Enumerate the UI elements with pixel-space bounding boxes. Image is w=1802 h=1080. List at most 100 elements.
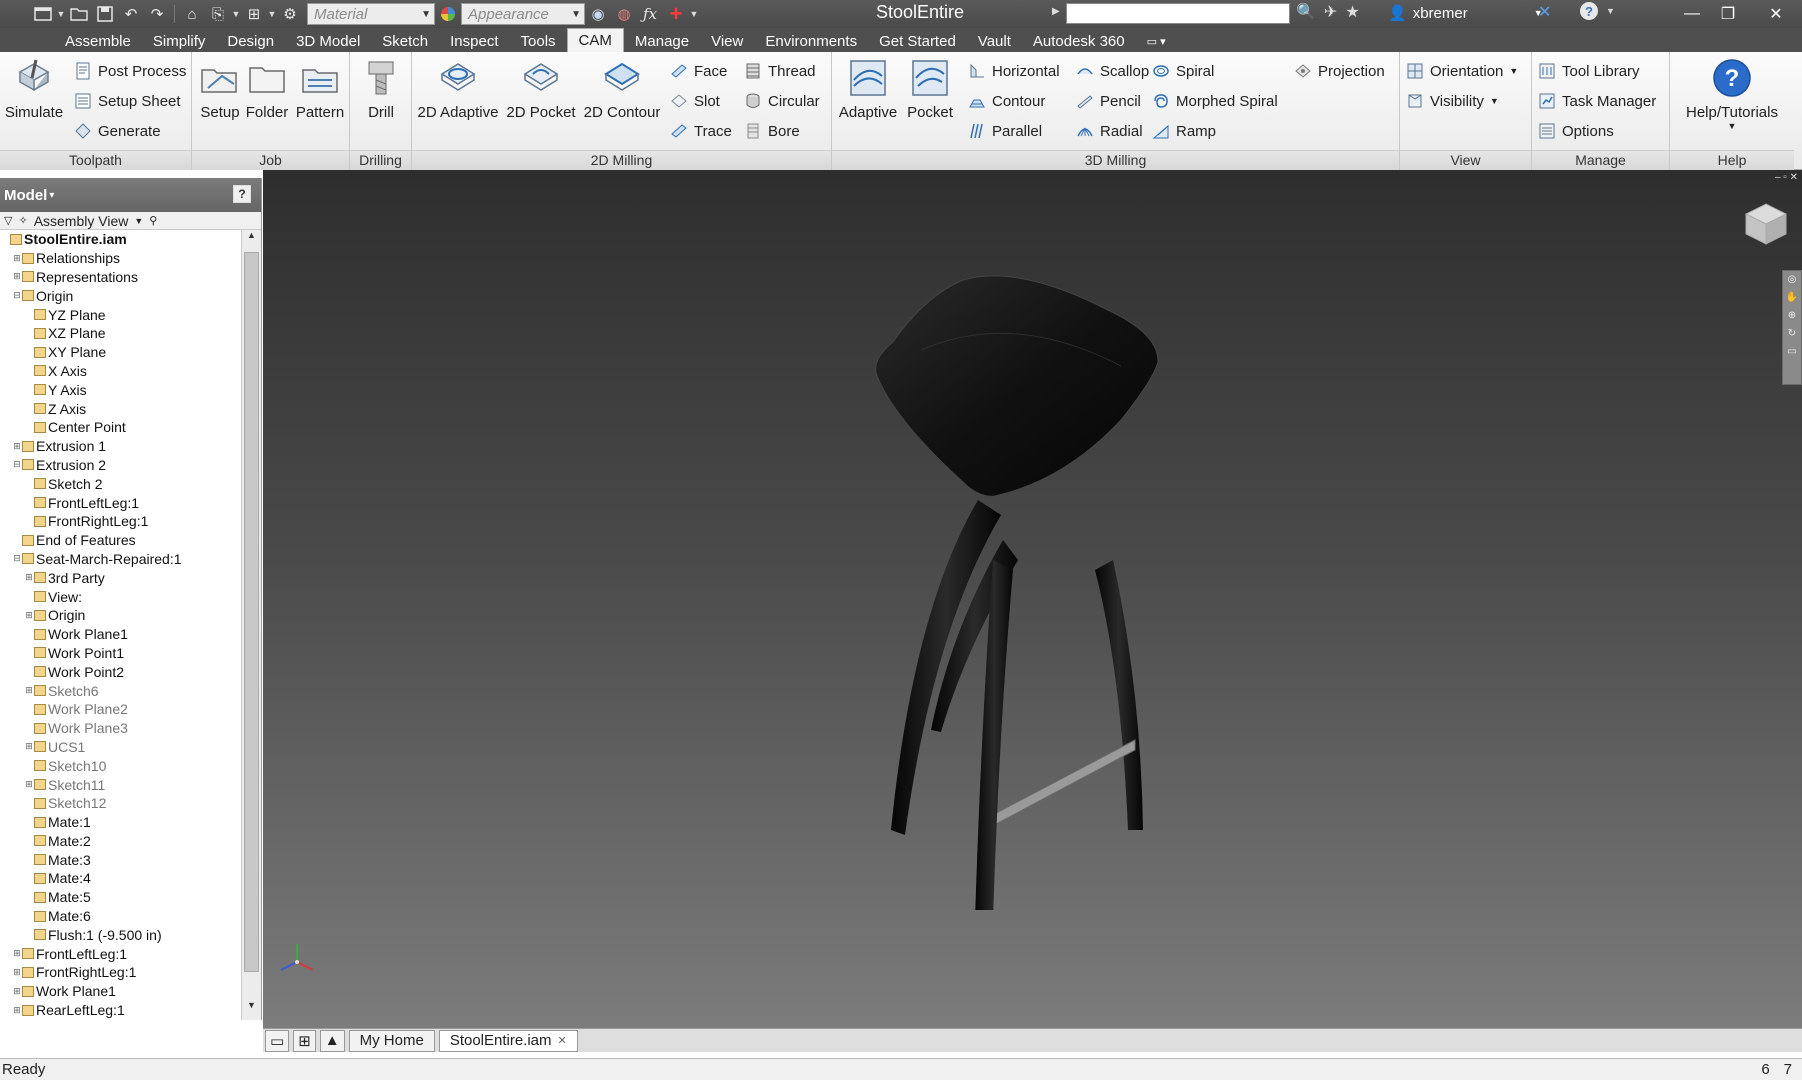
tree-expand-icon[interactable]: ⊞	[12, 948, 22, 959]
tree-item[interactable]: Mate:3	[0, 850, 240, 869]
select-mode-icon[interactable]: ⊞	[241, 3, 267, 25]
tree-item[interactable]: FrontLeftLeg:1	[0, 493, 240, 512]
tab-manage[interactable]: Manage	[624, 30, 700, 52]
appearance-combo[interactable]: Appearance ▼	[461, 3, 585, 25]
new-dropdown-icon[interactable]: ▼	[56, 9, 66, 19]
tab-environments[interactable]: Environments	[754, 30, 868, 52]
tree-item[interactable]: End of Features	[0, 531, 240, 550]
tab-design[interactable]: Design	[216, 30, 285, 52]
folder-button[interactable]: Folder	[242, 58, 292, 121]
tree-expand-icon[interactable]: ⊞	[12, 441, 22, 452]
tree-expand-icon[interactable]: ⊞	[24, 610, 34, 621]
stool-3d-model[interactable]	[803, 270, 1243, 910]
nav-orbit-icon[interactable]: ↻	[1783, 325, 1801, 343]
tree-item[interactable]: ⊟ Extrusion 2	[0, 456, 240, 475]
options-button[interactable]: Options	[1538, 120, 1614, 142]
customize-toolbar-icon[interactable]: ▼	[689, 9, 699, 19]
tree-expand-icon[interactable]: ⊞	[12, 1005, 22, 1016]
material-combo[interactable]: Material ▼	[307, 3, 435, 25]
morphed-spiral-button[interactable]: Morphed Spiral	[1152, 90, 1278, 112]
tree-item[interactable]: ⊞ FrontLeftLeg:1	[0, 944, 240, 963]
3d-adaptive-button[interactable]: Adaptive	[836, 58, 900, 121]
drill-button[interactable]: Drill	[356, 58, 406, 121]
horizontal-button[interactable]: Horizontal	[968, 60, 1060, 82]
parameters-fx-icon[interactable]: ƒx	[637, 3, 663, 25]
tab-view[interactable]: View	[700, 30, 754, 52]
favorites-star-icon[interactable]: ★	[1345, 2, 1359, 22]
tab-simplify[interactable]: Simplify	[142, 30, 217, 52]
close-tab-icon[interactable]: ✕	[558, 1034, 567, 1047]
tree-item[interactable]: ⊞ Extrusion 1	[0, 437, 240, 456]
tree-expand-icon[interactable]: ⊟	[12, 553, 22, 564]
help-search-input[interactable]	[1066, 3, 1290, 24]
tree-item[interactable]: StoolEntire.iam	[0, 230, 240, 249]
tree-scroll-thumb[interactable]	[244, 252, 259, 972]
clear-appearance-icon[interactable]: ◍	[611, 3, 637, 25]
cascade-windows-icon[interactable]: ⊞	[293, 1029, 316, 1052]
tree-item[interactable]: Y Axis	[0, 380, 240, 399]
tree-item[interactable]: Mate:6	[0, 907, 240, 926]
task-manager-button[interactable]: Task Manager	[1538, 90, 1656, 112]
visibility-button[interactable]: Visibility ▼	[1406, 90, 1499, 112]
nav-zoom-icon[interactable]: ⊕	[1783, 307, 1801, 325]
tab-cam[interactable]: CAM	[566, 28, 624, 52]
minimize-button[interactable]: —	[1674, 0, 1710, 28]
nav-look-at-icon[interactable]: ▭	[1783, 343, 1801, 361]
tab-tools[interactable]: Tools	[510, 30, 567, 52]
circular-button[interactable]: Circular	[744, 90, 820, 112]
tree-item[interactable]: View:	[0, 587, 240, 606]
spiral-button[interactable]: Spiral	[1152, 60, 1214, 82]
tree-expand-icon[interactable]: ⊞	[24, 779, 34, 790]
tree-item[interactable]: Sketch12	[0, 794, 240, 813]
tree-item[interactable]: Flush:1 (-9.500 in)	[0, 925, 240, 944]
tree-expand-icon[interactable]: ⊟	[12, 459, 22, 470]
save-icon[interactable]	[92, 3, 118, 25]
2d-pocket-button[interactable]: 2D Pocket	[504, 58, 578, 121]
generate-button[interactable]: Generate	[74, 120, 161, 142]
tree-item[interactable]: ⊞ Representations	[0, 268, 240, 287]
open-documents-icon[interactable]: ▲	[319, 1029, 345, 1052]
3d-pocket-button[interactable]: Pocket	[900, 58, 960, 121]
tab-sketch[interactable]: Sketch	[371, 30, 439, 52]
tree-item[interactable]: ⊞ Relationships	[0, 249, 240, 268]
setup-sheet-button[interactable]: Setup Sheet	[74, 90, 181, 112]
tree-expand-icon[interactable]: ⊞	[12, 271, 22, 282]
tree-item[interactable]: X Axis	[0, 362, 240, 381]
thread-button[interactable]: Thread	[744, 60, 816, 82]
tree-expand-icon[interactable]: ⊞	[12, 986, 22, 997]
tree-item[interactable]: Sketch 2	[0, 474, 240, 493]
pattern-button[interactable]: Pattern	[292, 58, 348, 121]
add-icon[interactable]: +	[663, 1, 689, 26]
nav-steering-wheel-icon[interactable]: ◎	[1783, 271, 1801, 289]
tree-item[interactable]: Z Axis	[0, 399, 240, 418]
parallel-button[interactable]: Parallel	[968, 120, 1042, 142]
undo-icon[interactable]: ↶	[118, 3, 144, 25]
tree-expand-icon[interactable]: ⊞	[12, 967, 22, 978]
tab-get-started[interactable]: Get Started	[868, 30, 967, 52]
tree-item[interactable]: ⊞ FrontRightLeg:1	[0, 963, 240, 982]
tree-item[interactable]: Work Plane1	[0, 625, 240, 644]
tree-item[interactable]: ⊟ Seat-March-Repaired:1	[0, 550, 240, 569]
tree-scrollbar[interactable]: ▲ ▼	[241, 230, 261, 1020]
redo-icon[interactable]: ↷	[144, 3, 170, 25]
tree-item[interactable]: Work Point1	[0, 644, 240, 663]
face-button[interactable]: Face	[670, 60, 727, 82]
filter-icon[interactable]: ▽	[4, 214, 12, 227]
appearance-icon[interactable]	[435, 3, 461, 25]
post-process-button[interactable]: Post Process	[74, 60, 186, 82]
exchange-apps-icon[interactable]: ✕	[1538, 2, 1551, 22]
tree-item[interactable]: YZ Plane	[0, 305, 240, 324]
bore-button[interactable]: Bore	[744, 120, 800, 142]
tree-item[interactable]: XZ Plane	[0, 324, 240, 343]
tree-item[interactable]: ⊞ 3rd Party	[0, 568, 240, 587]
return-icon[interactable]: ⎘	[205, 3, 231, 25]
viewport-window-controls[interactable]: – ▫ ✕	[1775, 172, 1798, 183]
browser-help-icon[interactable]: ?	[233, 185, 251, 203]
scroll-down-icon[interactable]: ▼	[242, 1000, 261, 1020]
tree-expand-icon[interactable]: ⊟	[12, 290, 22, 301]
restore-button[interactable]: ❐	[1710, 0, 1746, 28]
scallop-button[interactable]: Scallop	[1076, 60, 1149, 82]
navigation-bar[interactable]: ◎ ✋ ⊕ ↻ ▭	[1782, 270, 1802, 385]
ribbon-display-options-icon[interactable]: ▭ ▾	[1136, 30, 1177, 52]
tree-expand-icon[interactable]: ⊞	[24, 741, 34, 752]
